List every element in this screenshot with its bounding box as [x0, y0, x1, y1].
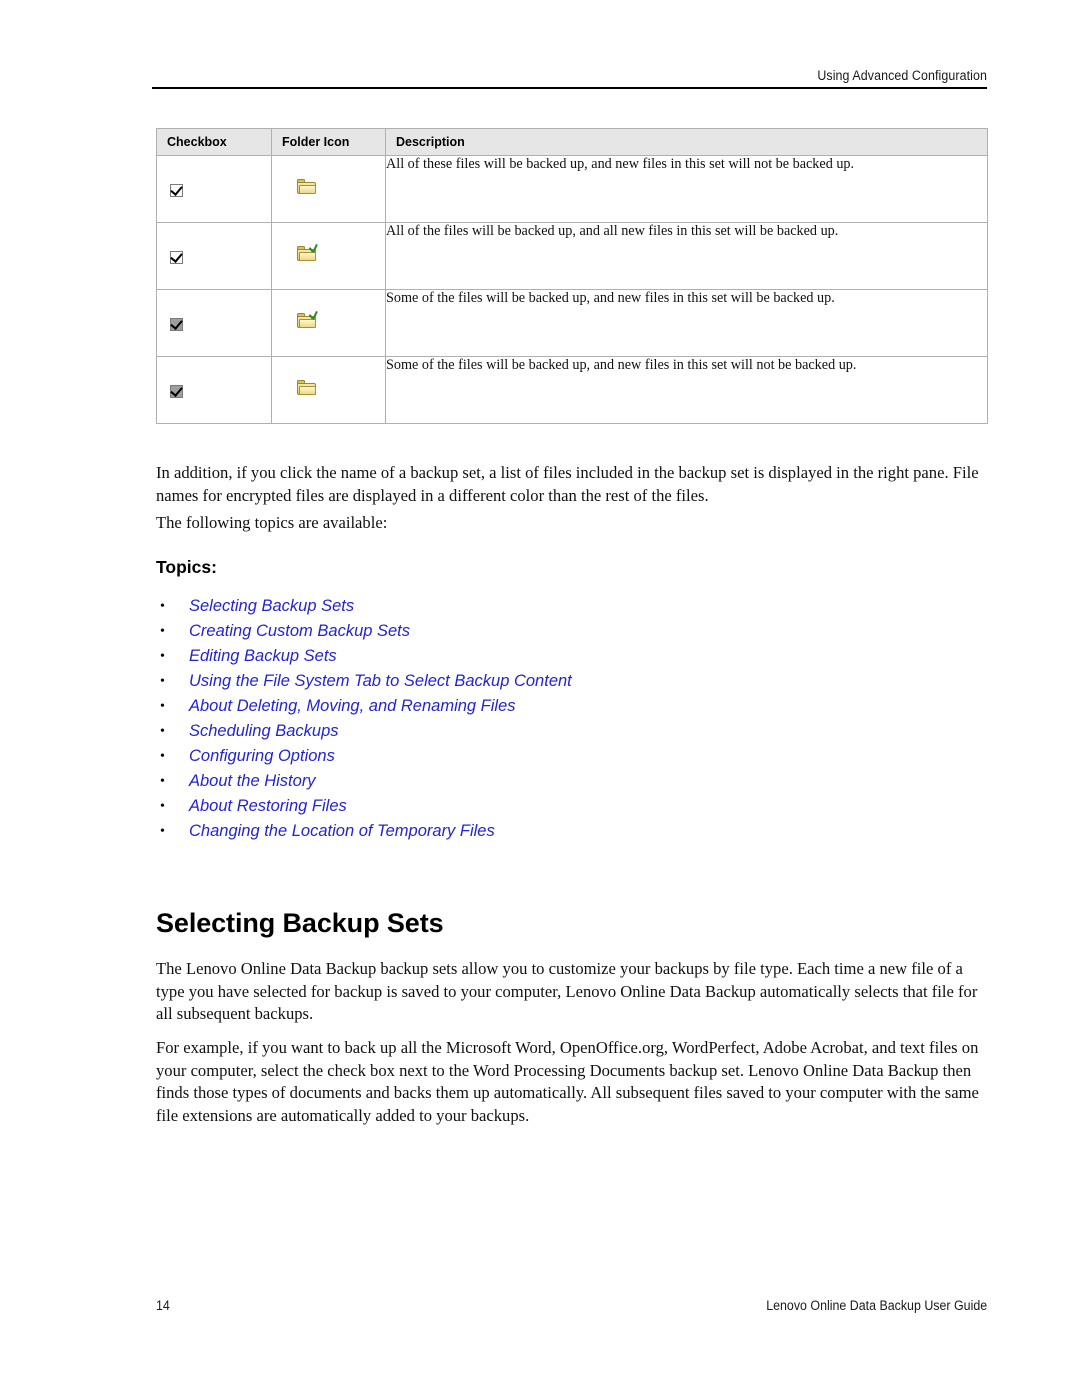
topic-link-scheduling-backups[interactable]: Scheduling Backups: [189, 722, 339, 740]
bullet-icon: •: [160, 774, 165, 789]
page-footer: 14 Lenovo Online Data Backup User Guide: [156, 1298, 987, 1313]
footer-guide-title: Lenovo Online Data Backup User Guide: [766, 1298, 987, 1313]
bullet-icon: •: [160, 724, 165, 739]
checkbox-partial-icon: [170, 384, 183, 398]
bullet-icon: •: [160, 599, 165, 614]
cell-description: All of the files will be backed up, and …: [385, 222, 988, 290]
following-topics-line: The following topics are available:: [156, 513, 388, 532]
bullet-icon: •: [160, 824, 165, 839]
page-number: 14: [156, 1298, 170, 1313]
body-paragraph-1: The Lenovo Online Data Backup backup set…: [156, 959, 978, 1024]
intro-paragraph: In addition, if you click the name of a …: [156, 463, 979, 505]
checkbox-checked-icon: [170, 183, 183, 197]
table-header-row: Checkbox Folder Icon Description: [156, 128, 988, 156]
document-page: Using Advanced Configuration Checkbox Fo…: [0, 0, 1080, 1397]
topic-link-about-restoring-files[interactable]: About Restoring Files: [189, 797, 347, 815]
running-header-title: Using Advanced Configuration: [817, 68, 987, 83]
cell-folder-icon: [271, 155, 386, 223]
cell-folder-icon: [271, 356, 386, 424]
topics-label: Topics:: [156, 557, 217, 577]
list-item: • Configuring Options: [156, 744, 856, 769]
cell-folder-icon: [271, 289, 386, 357]
topic-link-about-deleting-moving-renaming[interactable]: About Deleting, Moving, and Renaming Fil…: [189, 697, 516, 715]
cell-description: Some of the files will be backed up, and…: [385, 289, 988, 357]
table-row: Some of the files will be backed up, and…: [156, 289, 988, 357]
cell-folder-icon: [271, 222, 386, 290]
table-row: All of the files will be backed up, and …: [156, 222, 988, 290]
list-item: • About the History: [156, 769, 856, 794]
list-item: • Scheduling Backups: [156, 719, 856, 744]
list-item: • About Deleting, Moving, and Renaming F…: [156, 694, 856, 719]
bullet-icon: •: [160, 624, 165, 639]
column-header-folder-icon: Folder Icon: [271, 128, 386, 156]
topic-link-selecting-backup-sets[interactable]: Selecting Backup Sets: [189, 597, 354, 615]
topics-link-list: • Selecting Backup Sets • Creating Custo…: [156, 594, 856, 844]
bullet-icon: •: [160, 799, 165, 814]
folder-checked-icon: [297, 313, 316, 329]
table-row: All of these files will be backed up, an…: [156, 155, 988, 223]
folder-checked-icon: [297, 246, 316, 262]
body-paragraph-2: For example, if you want to back up all …: [156, 1038, 979, 1125]
folder-icon-legend-table: Checkbox Folder Icon Description All of …: [156, 128, 988, 424]
bullet-icon: •: [160, 749, 165, 764]
bullet-icon: •: [160, 674, 165, 689]
list-item: • Using the File System Tab to Select Ba…: [156, 669, 856, 694]
checkbox-checked-icon: [170, 250, 183, 264]
bullet-icon: •: [160, 649, 165, 664]
topic-link-about-the-history[interactable]: About the History: [189, 772, 316, 790]
page-title: Selecting Backup Sets: [156, 908, 444, 938]
checkbox-partial-icon: [170, 317, 183, 331]
topic-link-using-file-system-tab[interactable]: Using the File System Tab to Select Back…: [189, 672, 572, 690]
topic-link-changing-location-temporary-files[interactable]: Changing the Location of Temporary Files: [189, 822, 495, 840]
cell-checkbox: [156, 155, 272, 223]
cell-checkbox: [156, 356, 272, 424]
column-header-description: Description: [385, 128, 988, 156]
running-header: Using Advanced Configuration: [152, 68, 987, 89]
topic-link-creating-custom-backup-sets[interactable]: Creating Custom Backup Sets: [189, 622, 410, 640]
list-item: • Creating Custom Backup Sets: [156, 619, 856, 644]
list-item: • About Restoring Files: [156, 794, 856, 819]
topic-link-editing-backup-sets[interactable]: Editing Backup Sets: [189, 647, 337, 665]
list-item: • Editing Backup Sets: [156, 644, 856, 669]
cell-description: Some of the files will be backed up, and…: [385, 356, 988, 424]
bullet-icon: •: [160, 699, 165, 714]
table-row: Some of the files will be backed up, and…: [156, 356, 988, 424]
cell-checkbox: [156, 222, 272, 290]
folder-icon: [297, 179, 316, 195]
list-item: • Changing the Location of Temporary Fil…: [156, 819, 856, 844]
folder-icon: [297, 380, 316, 396]
header-rule: [152, 87, 987, 89]
topic-link-configuring-options[interactable]: Configuring Options: [189, 747, 335, 765]
list-item: • Selecting Backup Sets: [156, 594, 856, 619]
cell-description: All of these files will be backed up, an…: [385, 155, 988, 223]
cell-checkbox: [156, 289, 272, 357]
column-header-checkbox: Checkbox: [156, 128, 272, 156]
